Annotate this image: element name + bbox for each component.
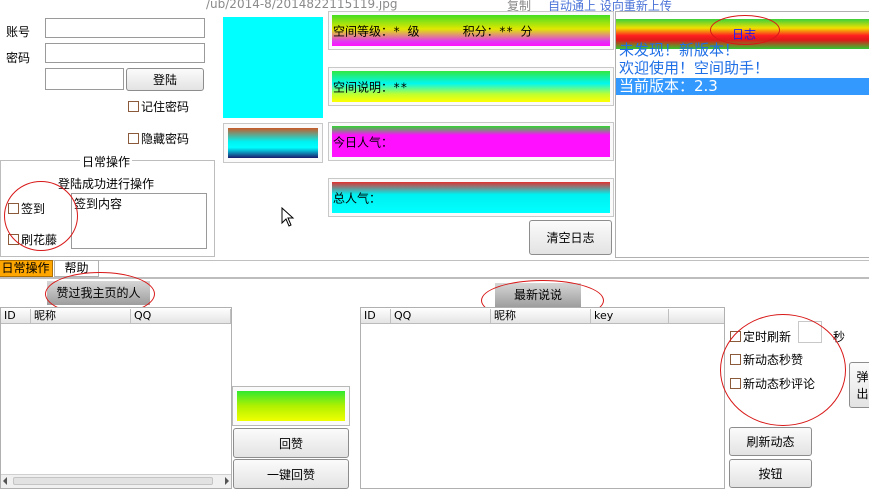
checkbox-box[interactable]	[8, 203, 19, 214]
login-button[interactable]: 登陆	[126, 68, 204, 91]
account-label: 账号	[6, 25, 31, 39]
log-line: 欢迎使用！空间助手！	[619, 59, 770, 77]
log-title: 日志	[731, 27, 756, 42]
instant-comment-checkbox[interactable]: 新动态秒评论	[730, 375, 815, 392]
scroll-right-icon[interactable]	[225, 477, 229, 485]
flower-checkbox[interactable]: 刷花藤	[8, 231, 57, 248]
mouse-cursor-icon	[281, 207, 295, 227]
gradient-box	[223, 123, 323, 163]
gradient-fill	[228, 128, 318, 158]
remember-password-label: 记住密码	[141, 100, 190, 114]
sign-in-checkbox[interactable]: 签到	[8, 200, 45, 217]
scroll-thumb[interactable]	[13, 477, 213, 485]
sign-content-text: 签到内容	[74, 197, 123, 211]
checkbox-box[interactable]	[128, 133, 139, 144]
popup-button[interactable]: 弹出	[849, 362, 869, 408]
tab-daily-ops[interactable]: 日常操作	[0, 260, 53, 277]
instant-comment-label: 新动态秒评论	[743, 377, 816, 391]
timed-refresh-checkbox[interactable]: 定时刷新	[730, 328, 791, 345]
instant-like-checkbox[interactable]: 新动态秒赞	[730, 351, 803, 368]
password-input[interactable]	[45, 43, 205, 63]
col-empty	[669, 309, 724, 323]
checkbox-box[interactable]	[730, 331, 741, 342]
shuoshuo-section-header: 最新说说	[495, 283, 581, 307]
today-popularity-bar: 今日人气：	[328, 122, 614, 161]
checkbox-box[interactable]	[730, 354, 741, 365]
col-key[interactable]: key	[591, 309, 669, 323]
reply-gradient-box	[232, 386, 350, 426]
daily-ops-title: 日常操作	[80, 153, 133, 170]
col-qq[interactable]: QQ	[391, 309, 491, 323]
scroll-left-icon[interactable]	[3, 477, 7, 485]
seconds-label: 秒	[833, 330, 846, 344]
log-panel: 日志 未发现！新版本！ 欢迎使用！空间助手！ 当前版本：2.3	[615, 11, 869, 258]
login-success-hint: 登陆成功进行操作	[58, 177, 155, 191]
password-label: 密码	[6, 51, 31, 65]
col-qq[interactable]: QQ	[131, 309, 231, 323]
tab-separator-top	[0, 260, 869, 261]
tab-help[interactable]: 帮助	[54, 260, 99, 277]
timed-refresh-label: 定时刷新	[743, 330, 792, 344]
remember-password-checkbox[interactable]: 记住密码	[128, 98, 189, 115]
col-id[interactable]: ID	[361, 309, 391, 323]
col-id[interactable]: ID	[1, 309, 31, 323]
one-click-reply-like-button[interactable]: 一键回赞	[233, 459, 349, 489]
sign-content-textarea[interactable]: 签到内容	[71, 193, 207, 249]
checkbox-box[interactable]	[128, 101, 139, 112]
log-line-text: 当前版本：2.3	[619, 77, 718, 95]
image-path-text: /ub/2014-8/2014822115119.jpg	[206, 0, 398, 11]
captcha-input[interactable]	[45, 68, 124, 90]
liked-list-header: ID 昵称 QQ	[1, 309, 231, 324]
generic-button[interactable]: 按钮	[729, 459, 812, 488]
space-desc-text: 空间说明：**	[333, 80, 408, 94]
log-line: 未发现！新版本！	[619, 41, 740, 59]
liked-list[interactable]: ID 昵称 QQ	[0, 307, 232, 489]
checkbox-box[interactable]	[8, 234, 19, 245]
avatar-image	[223, 17, 323, 118]
clear-log-button[interactable]: 清空日志	[529, 220, 612, 255]
space-desc-bar: 空间说明：**	[328, 67, 614, 106]
reply-like-button[interactable]: 回赞	[233, 428, 349, 458]
total-popularity-bar: 总人气：	[328, 178, 614, 217]
liked-section-header: 赞过我主页的人	[47, 281, 150, 305]
total-popularity-text: 总人气：	[333, 191, 382, 205]
flower-label: 刷花藤	[21, 233, 58, 247]
tab-separator-bottom	[0, 277, 869, 279]
hide-password-label: 隐藏密码	[141, 132, 190, 146]
horizontal-scrollbar[interactable]	[1, 474, 231, 488]
sign-in-label: 签到	[21, 202, 46, 216]
gradient-fill	[237, 391, 345, 421]
log-line-selected[interactable]: 当前版本：2.3	[616, 78, 869, 95]
account-input[interactable]	[45, 18, 205, 38]
col-nickname[interactable]: 昵称	[491, 309, 591, 323]
today-popularity-text: 今日人气：	[333, 135, 394, 149]
space-level-bar: 空间等级：* 级 积分：** 分	[328, 11, 614, 50]
refresh-seconds-input[interactable]	[798, 321, 822, 343]
col-nickname[interactable]: 昵称	[31, 309, 131, 323]
refresh-feed-button[interactable]: 刷新动态	[729, 427, 812, 456]
shuoshuo-list[interactable]: ID QQ 昵称 key	[360, 307, 725, 489]
shuoshuo-list-header: ID QQ 昵称 key	[361, 309, 724, 324]
hide-password-checkbox[interactable]: 隐藏密码	[128, 130, 189, 147]
space-level-text: 空间等级：* 级 积分：** 分	[333, 24, 533, 38]
instant-like-label: 新动态秒赞	[743, 353, 804, 367]
checkbox-box[interactable]	[730, 378, 741, 389]
